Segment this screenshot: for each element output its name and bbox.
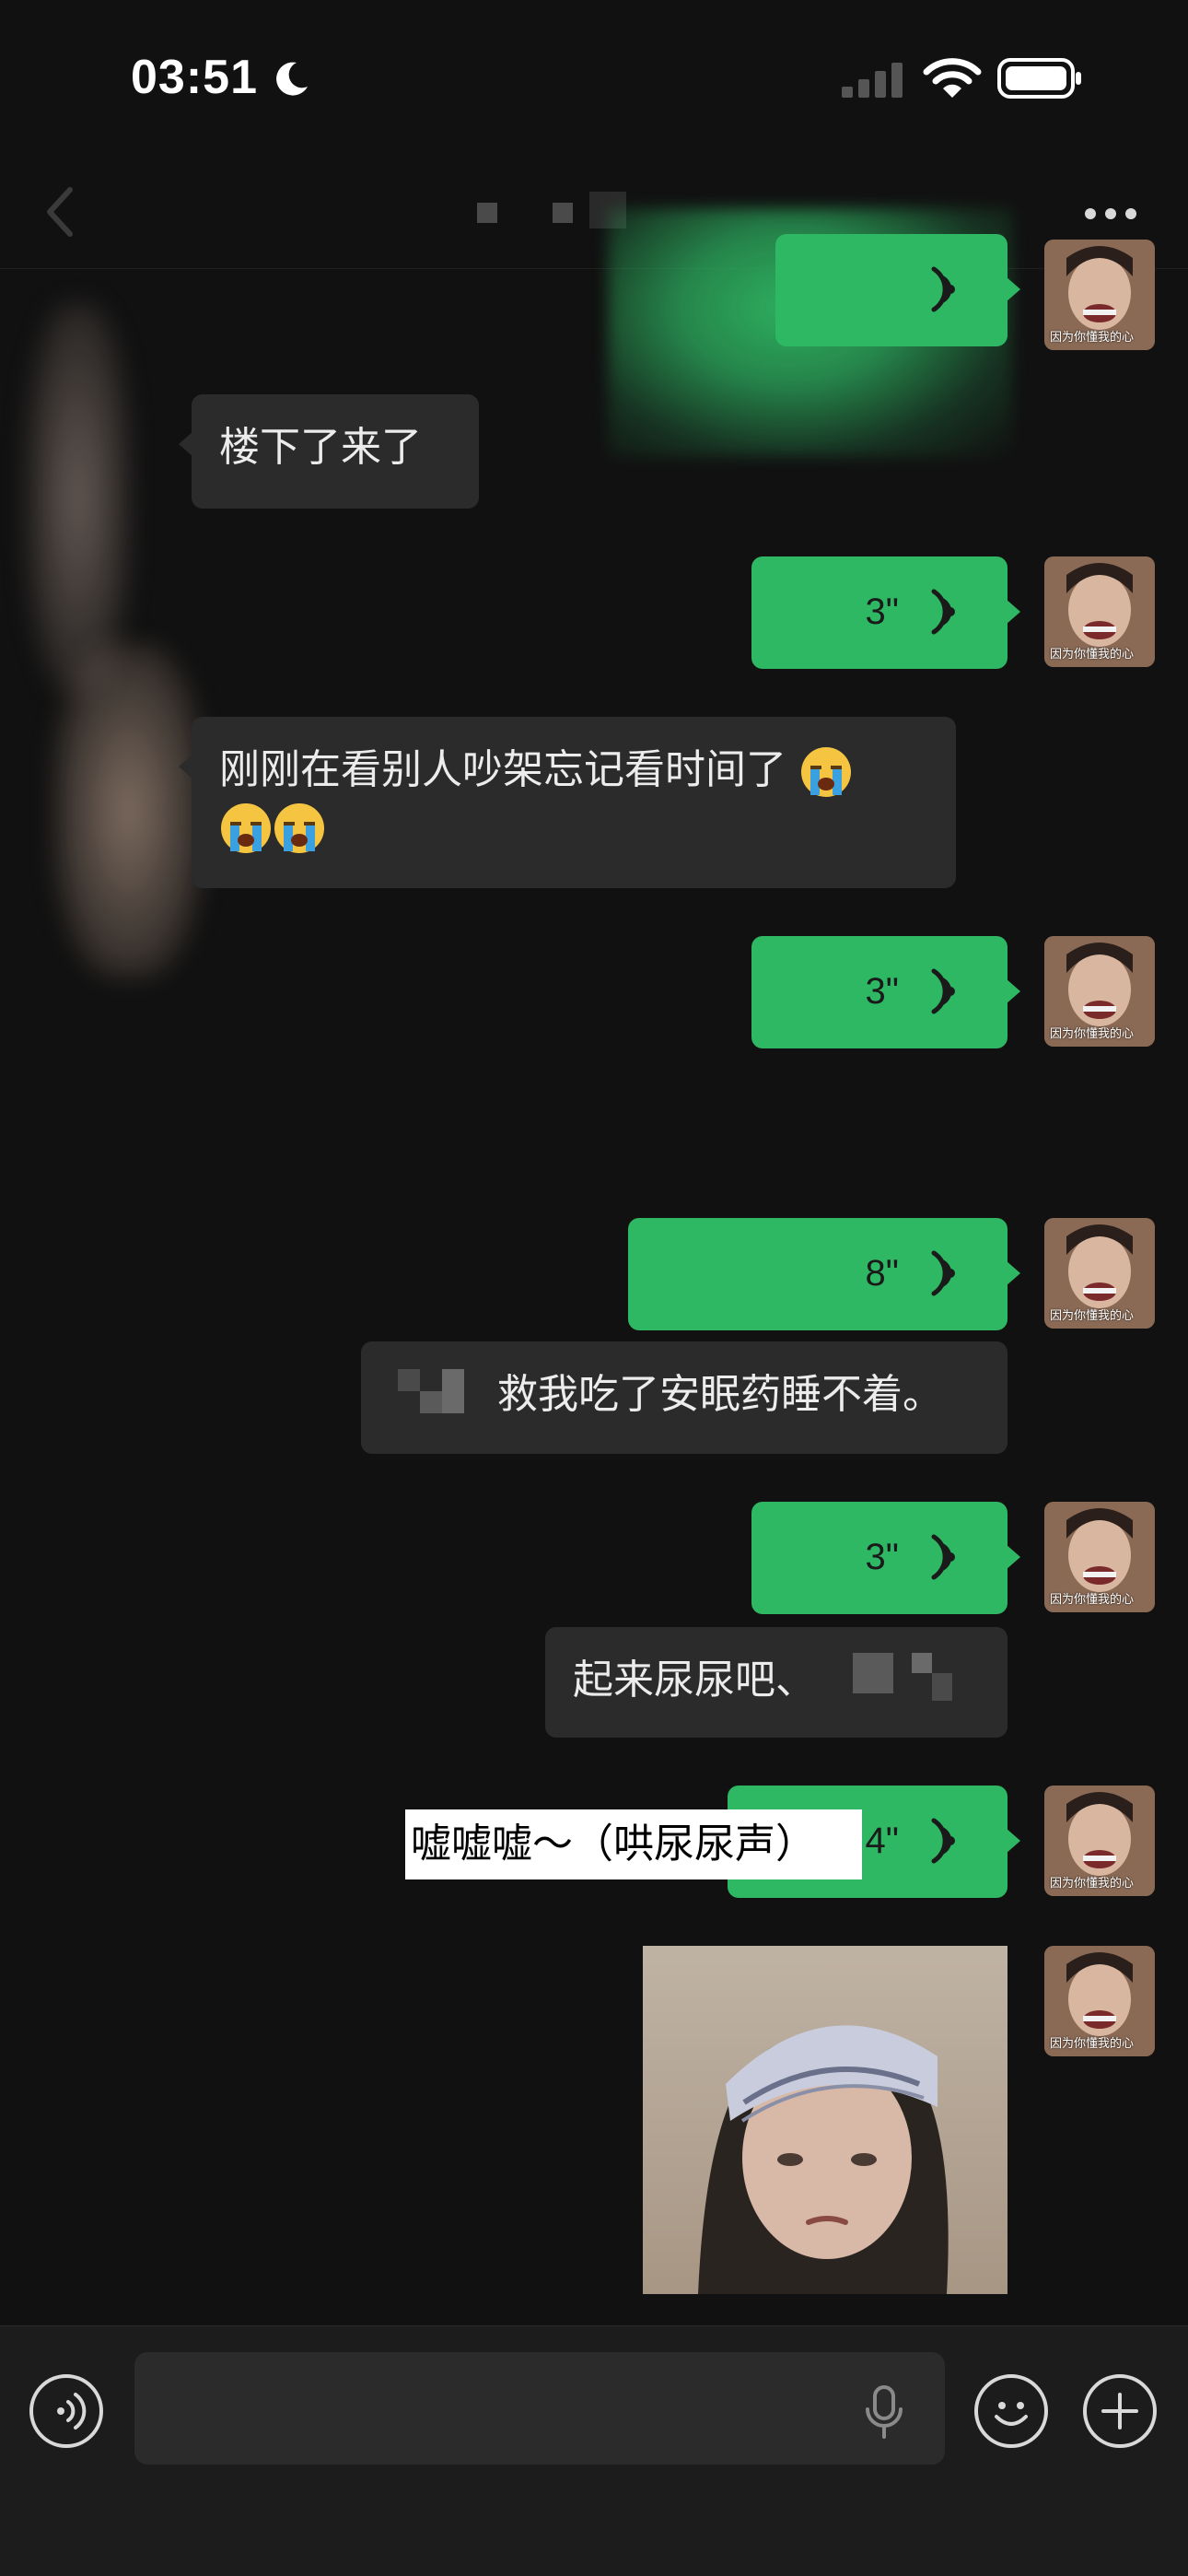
received-message-bubble[interactable]: 救我吃了安眠药睡不着。 — [361, 1341, 1007, 1454]
voice-wave-icon — [931, 1818, 955, 1864]
voice-duration: 8" — [865, 1253, 899, 1294]
avatar[interactable]: 因为你懂我的心 — [1044, 240, 1155, 350]
avatar-caption: 因为你懂我的心 — [1050, 331, 1135, 345]
microphone-icon[interactable] — [860, 2383, 908, 2441]
pixelated-mosaic — [420, 1391, 442, 1413]
avatar-caption: 因为你懂我的心 — [1050, 1027, 1135, 1041]
more-actions-button[interactable] — [1083, 2374, 1157, 2448]
received-message-bubble[interactable]: 楼下了来了 — [179, 394, 479, 509]
avatar-caption: 因为你懂我的心 — [1050, 648, 1135, 662]
chevron-left-icon[interactable] — [42, 184, 79, 240]
obscuring-smear-left — [28, 304, 129, 691]
pixelated-mosaic — [442, 1369, 464, 1413]
emoji-button[interactable] — [974, 2374, 1048, 2448]
status-bar: 03:51 — [0, 0, 1188, 157]
message-text: 救我吃了安眠药睡不着。 — [497, 1371, 943, 1418]
received-message-bubble[interactable]: 起来尿尿吧、 — [545, 1627, 1007, 1738]
voice-message-bubble[interactable]: 3" — [751, 936, 1020, 1048]
voice-message-bubble[interactable] — [775, 234, 1020, 346]
pixelated-mosaic — [912, 1653, 932, 1673]
status-time: 03:51 — [131, 51, 258, 104]
voice-duration: 3" — [865, 1537, 899, 1577]
pixelated-mosaic — [398, 1369, 420, 1391]
voice-message-bubble[interactable]: 3" — [751, 1502, 1020, 1614]
message-text: 刚刚在看别人吵架忘记看时间了 — [219, 746, 786, 793]
message-input[interactable] — [134, 2352, 945, 2465]
cellular-signal-icon — [842, 63, 903, 98]
ellipsis-icon[interactable] — [1083, 206, 1138, 221]
plus-icon — [1101, 2393, 1138, 2430]
avatar[interactable]: 因为你懂我的心 — [1044, 936, 1155, 1047]
loudly-crying-emoji-icon — [221, 803, 271, 853]
battery-icon — [997, 58, 1081, 99]
message-text: 起来尿尿吧、 — [573, 1657, 816, 1704]
voice-wave-icon — [931, 266, 955, 312]
loudly-crying-emoji-icon — [274, 803, 324, 853]
loudly-crying-emoji-icon — [801, 747, 851, 797]
pixelated-mosaic — [932, 1673, 952, 1701]
avatar-caption: 因为你懂我的心 — [1050, 1877, 1135, 1891]
received-message-bubble[interactable]: 刚刚在看别人吵架忘记看时间了 — [179, 717, 956, 888]
voice-message-bubble[interactable]: 8" — [628, 1218, 1020, 1330]
voice-wave-icon — [931, 1250, 955, 1296]
avatar[interactable]: 因为你懂我的心 — [1044, 556, 1155, 667]
voice-message-bubble[interactable]: 3" — [751, 556, 1020, 669]
smiley-icon — [995, 2402, 1028, 2426]
avatar[interactable]: 因为你懂我的心 — [1044, 1946, 1155, 2056]
voice-wave-icon — [57, 2393, 87, 2430]
voice-duration: 3" — [865, 591, 899, 632]
caption-overlay: 嘘嘘嘘～（哄尿尿声） — [405, 1809, 862, 1879]
avatar[interactable]: 因为你懂我的心 — [1044, 1502, 1155, 1612]
avatar[interactable]: 因为你懂我的心 — [1044, 1218, 1155, 1329]
pixelated-mosaic — [853, 1653, 893, 1693]
avatar-caption: 因为你懂我的心 — [1050, 1593, 1135, 1607]
voice-wave-icon — [931, 589, 955, 635]
wifi-icon — [923, 58, 982, 98]
message-text: 楼下了来了 — [219, 424, 422, 471]
sticker-image[interactable] — [643, 1946, 1007, 2294]
voice-wave-icon — [931, 1534, 955, 1580]
voice-wave-icon — [931, 968, 955, 1014]
input-bar — [0, 2325, 1188, 2576]
avatar-caption: 因为你懂我的心 — [1050, 2037, 1135, 2051]
voice-duration: 3" — [865, 971, 899, 1012]
moon-icon — [276, 62, 308, 96]
voice-duration: 4" — [865, 1821, 899, 1861]
voice-input-toggle-button[interactable] — [29, 2374, 103, 2448]
avatar[interactable]: 因为你懂我的心 — [1044, 1786, 1155, 1896]
obscuring-smear-left — [55, 645, 203, 977]
avatar-caption: 因为你懂我的心 — [1050, 1309, 1135, 1323]
